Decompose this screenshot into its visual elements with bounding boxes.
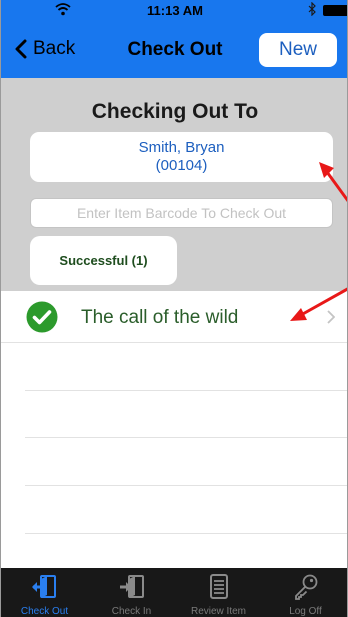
new-button[interactable]: New xyxy=(259,33,337,67)
empty-row-divider xyxy=(25,390,347,391)
check-out-icon xyxy=(31,575,56,598)
tab-check-out[interactable]: Check Out xyxy=(1,568,88,617)
key-icon xyxy=(294,574,317,600)
tab-log-off[interactable]: Log Off xyxy=(262,568,347,617)
empty-row-divider xyxy=(25,437,347,438)
battery-icon xyxy=(323,5,347,16)
tab-label: Check In xyxy=(111,606,152,617)
bluetooth-icon xyxy=(308,1,317,19)
empty-row-divider xyxy=(25,485,347,486)
barcode-input[interactable] xyxy=(30,198,333,228)
success-check-icon xyxy=(26,301,58,333)
tab-review-item[interactable]: Review Item xyxy=(175,568,262,617)
tab-label: Check Out xyxy=(20,606,69,617)
tab-bar: Check Out Check In Review Item Log Off xyxy=(1,568,347,617)
successful-button[interactable]: Successful (1) xyxy=(30,236,177,285)
item-title: The call of the wild xyxy=(81,307,239,328)
status-time: 11:13 AM xyxy=(147,3,203,18)
empty-row-divider xyxy=(25,533,347,534)
tab-label: Log Off xyxy=(289,606,322,617)
back-button[interactable]: Back xyxy=(15,35,75,63)
patron-card[interactable]: Smith, Bryan (00104) xyxy=(30,132,333,182)
chevron-left-icon xyxy=(15,39,27,59)
review-item-icon xyxy=(209,574,228,599)
tab-label: Review Item xyxy=(190,606,246,617)
list-item[interactable]: The call of the wild xyxy=(1,291,347,343)
checkout-header: Checking Out To Smith, Bryan (00104) Suc… xyxy=(1,78,347,291)
nav-bar: Back Check Out New xyxy=(1,20,347,78)
patron-name: Smith, Bryan xyxy=(138,139,225,156)
checkout-heading: Checking Out To xyxy=(91,100,259,123)
check-in-icon xyxy=(119,575,144,598)
app-screen: 11:13 AM Back Check Out New Checking Out… xyxy=(0,0,348,617)
patron-id: (00104) xyxy=(155,157,208,174)
tab-check-in[interactable]: Check In xyxy=(88,568,175,617)
chevron-right-icon xyxy=(327,310,335,324)
back-label: Back xyxy=(33,38,76,59)
status-bar: 11:13 AM xyxy=(1,0,347,20)
